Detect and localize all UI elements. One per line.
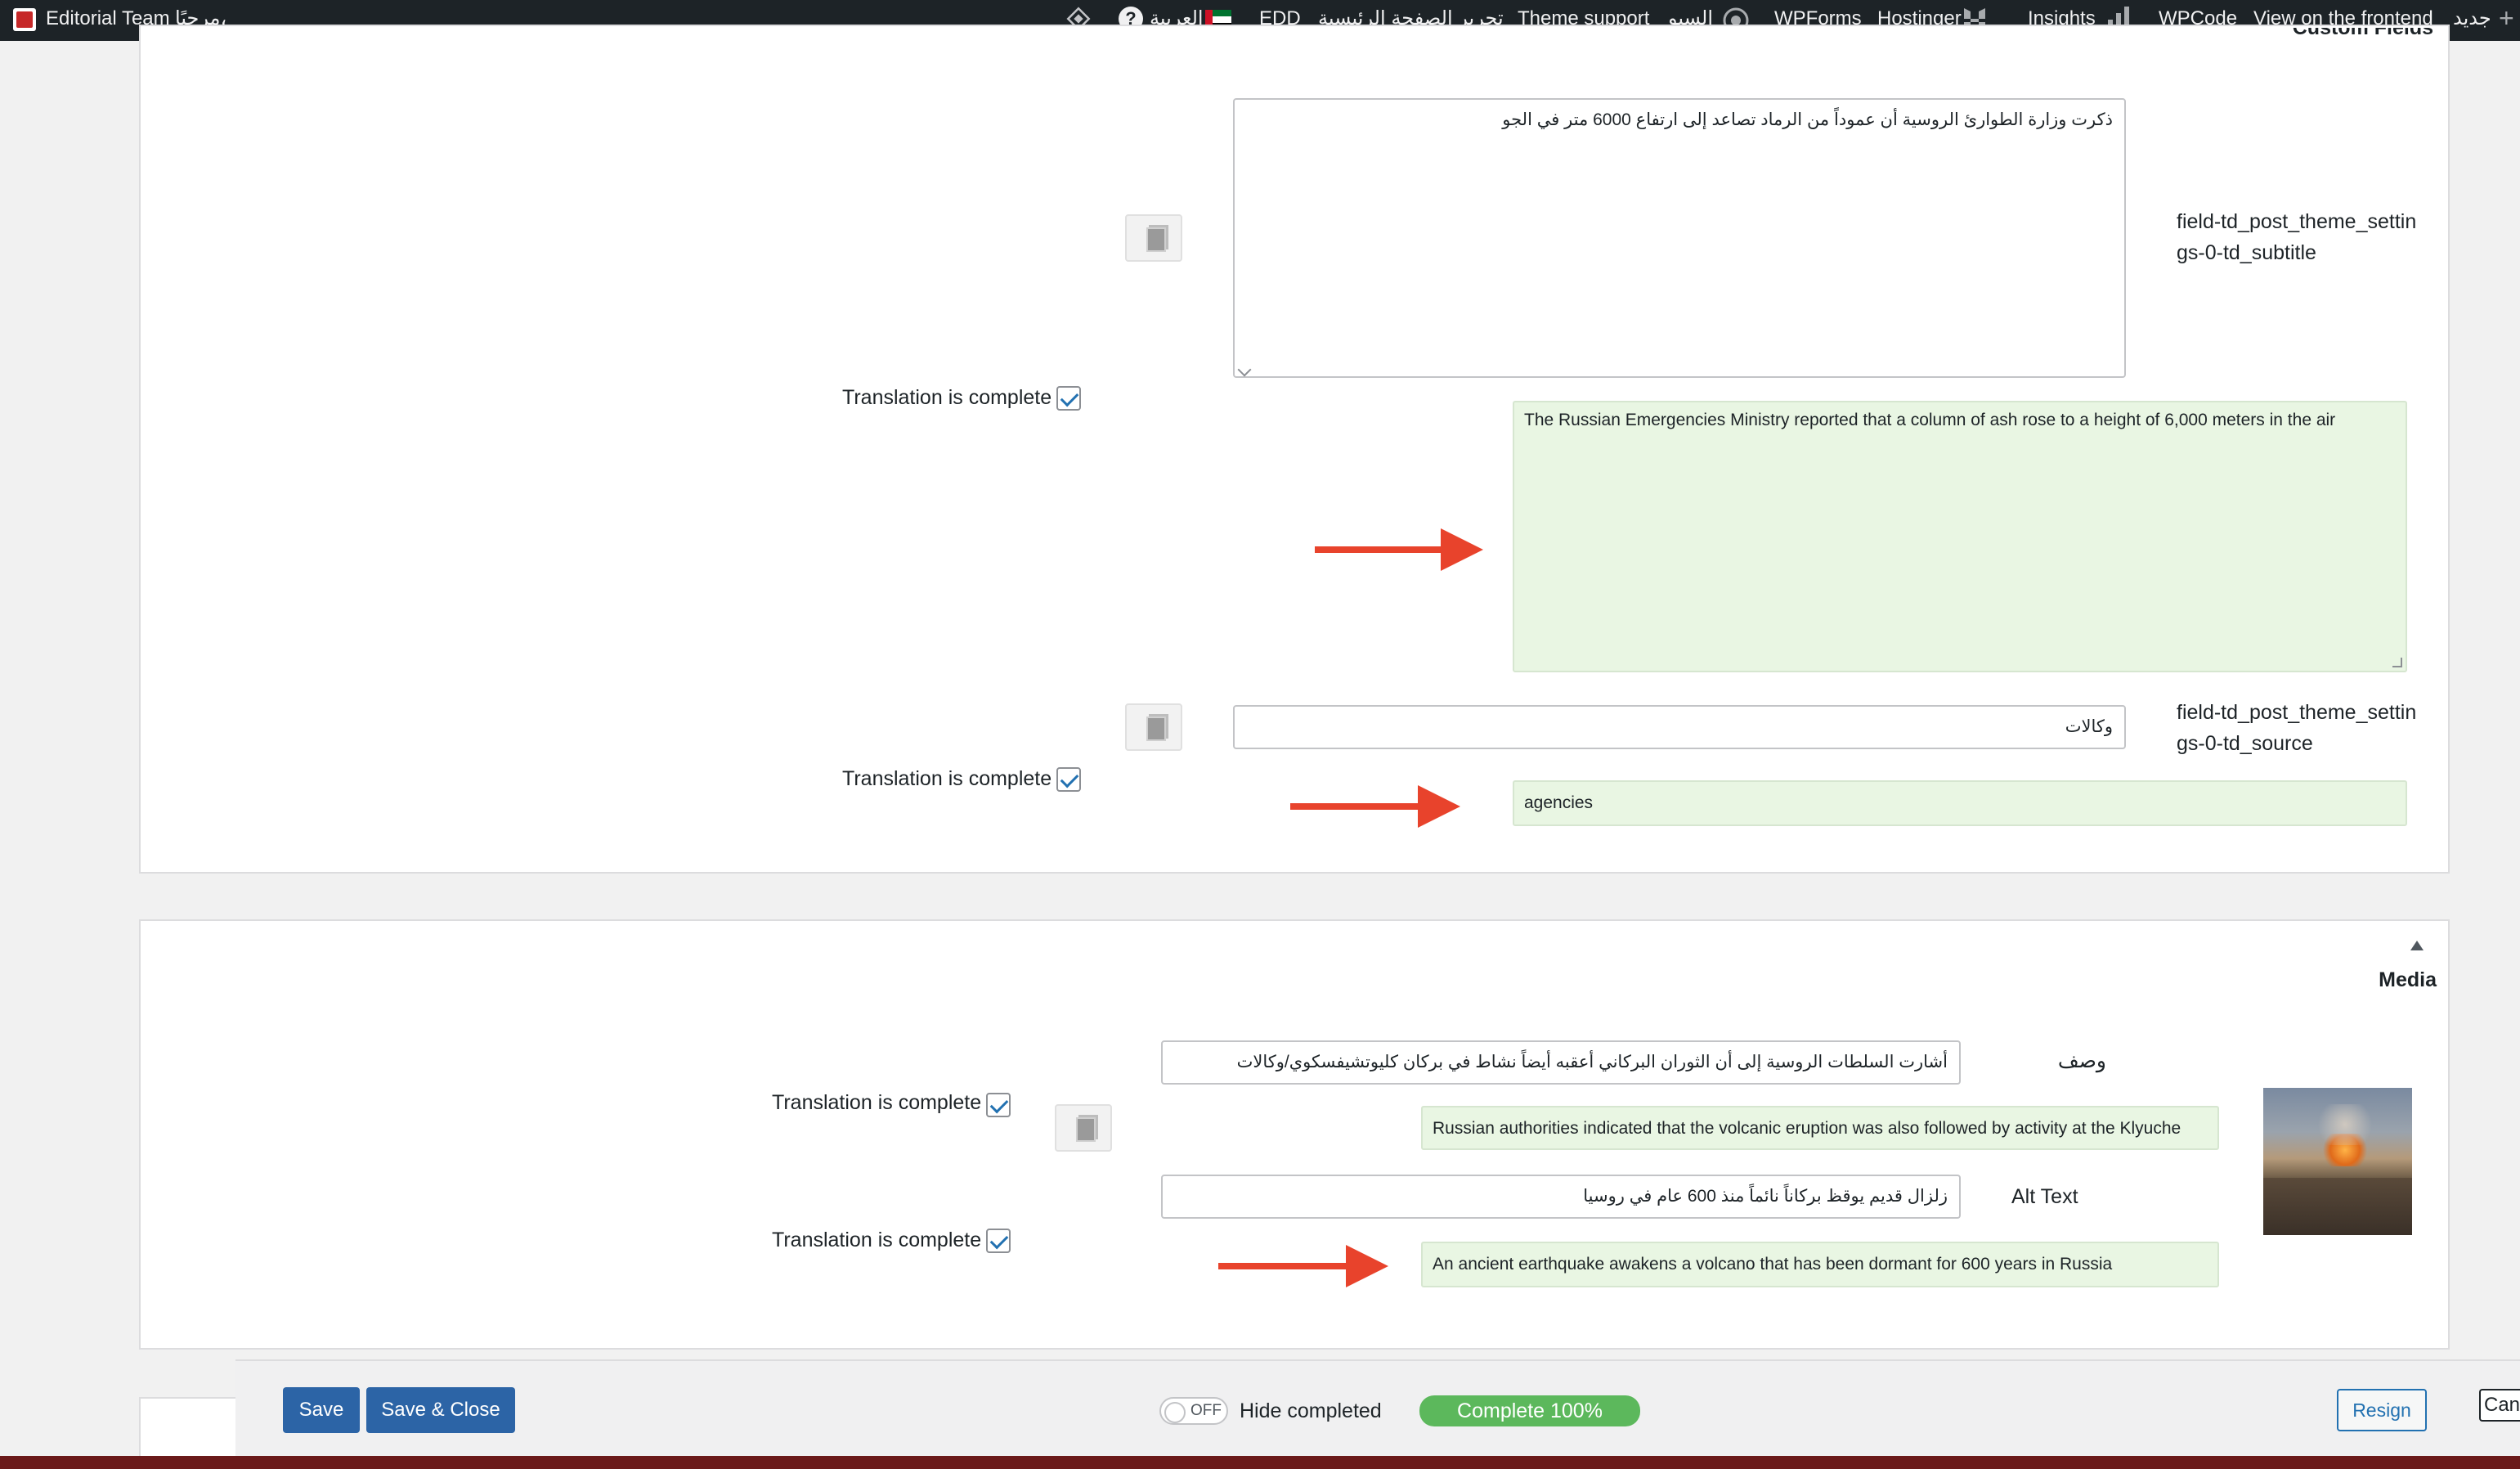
red-arrow-icon (1218, 1263, 1354, 1269)
description-original-text: أشارت السلطات الروسية إلى أن الثوران الب… (1161, 1040, 1961, 1085)
alt-text-original-text: زلزال قديم يوقظ بركاناً نائماً منذ 600 ع… (1161, 1175, 1961, 1219)
subtitle-translation-textarea[interactable]: The Russian Emergencies Ministry reporte… (1513, 401, 2407, 672)
cancel-button[interactable]: Canc (2479, 1389, 2520, 1422)
plus-icon[interactable]: + (2499, 5, 2520, 31)
copy-icon (1146, 227, 1166, 252)
translation-complete-label: Translation is complete (842, 386, 1052, 409)
alt-text-translation-input[interactable]: An ancient earthquake awakens a volcano … (1421, 1242, 2219, 1287)
custom-fields-title-wrap: Custom Fields (2286, 28, 2433, 56)
collapse-up-icon[interactable] (2410, 941, 2424, 950)
subtitle-original-text: ذكرت وزارة الطوارئ الروسية أن عموداً من … (1233, 98, 2126, 378)
source-translation-input[interactable]: agencies (1513, 780, 2407, 826)
copy-original-button[interactable] (1125, 214, 1182, 262)
copy-icon (1076, 1117, 1096, 1142)
custom-fields-title: Custom Fields (2292, 28, 2433, 39)
site-logo-icon (13, 8, 36, 31)
save-close-button[interactable]: Save & Close (366, 1387, 515, 1433)
subtitle-field-label: field-td_post_theme_settings-0-td_subtit… (2177, 210, 2417, 264)
translation-complete-checkbox[interactable] (986, 1093, 1011, 1117)
copy-icon (1146, 717, 1166, 741)
source-original-text: وكالات (1233, 705, 2126, 749)
translation-complete-label: Translation is complete (772, 1229, 982, 1251)
red-arrow-head (1441, 528, 1483, 571)
resize-handle-icon[interactable] (2392, 658, 2402, 667)
toggle-state-text: OFF (1190, 1402, 1222, 1419)
os-taskbar-edge (0, 1456, 2520, 1469)
red-arrow-icon (1315, 546, 1451, 553)
hide-completed-label: Hide completed (1240, 1399, 1382, 1422)
save-button[interactable]: Save (283, 1387, 360, 1433)
media-thumbnail[interactable] (2263, 1088, 2412, 1235)
alt-text-label: Alt Text (2011, 1185, 2078, 1208)
copy-original-button[interactable] (1055, 1104, 1112, 1152)
red-arrow-icon (1290, 803, 1429, 810)
progress-badge: Complete 100% (1419, 1395, 1640, 1426)
copy-original-button[interactable] (1125, 703, 1182, 751)
translation-complete-label: Translation is complete (772, 1091, 982, 1114)
media-title: Media (2379, 968, 2437, 991)
translation-complete-checkbox[interactable] (1056, 767, 1081, 792)
red-arrow-head (1346, 1245, 1388, 1287)
resign-button[interactable]: Resign (2337, 1389, 2427, 1431)
translation-complete-checkbox[interactable] (1056, 386, 1081, 411)
new-content-menu[interactable]: جديد (2453, 0, 2491, 41)
source-field-label: field-td_post_theme_settings-0-td_source (2177, 701, 2417, 755)
editor-footer: Save Save & Close OFF Hide completed Com… (235, 1359, 2520, 1462)
translation-complete-checkbox[interactable] (986, 1229, 1011, 1253)
description-label: وصف (2057, 1049, 2106, 1072)
red-arrow-head (1418, 785, 1460, 828)
translation-complete-label: Translation is complete (842, 767, 1052, 790)
description-translation-input[interactable]: Russian authorities indicated that the v… (1421, 1106, 2219, 1150)
hide-completed-toggle[interactable]: OFF (1159, 1397, 1228, 1425)
